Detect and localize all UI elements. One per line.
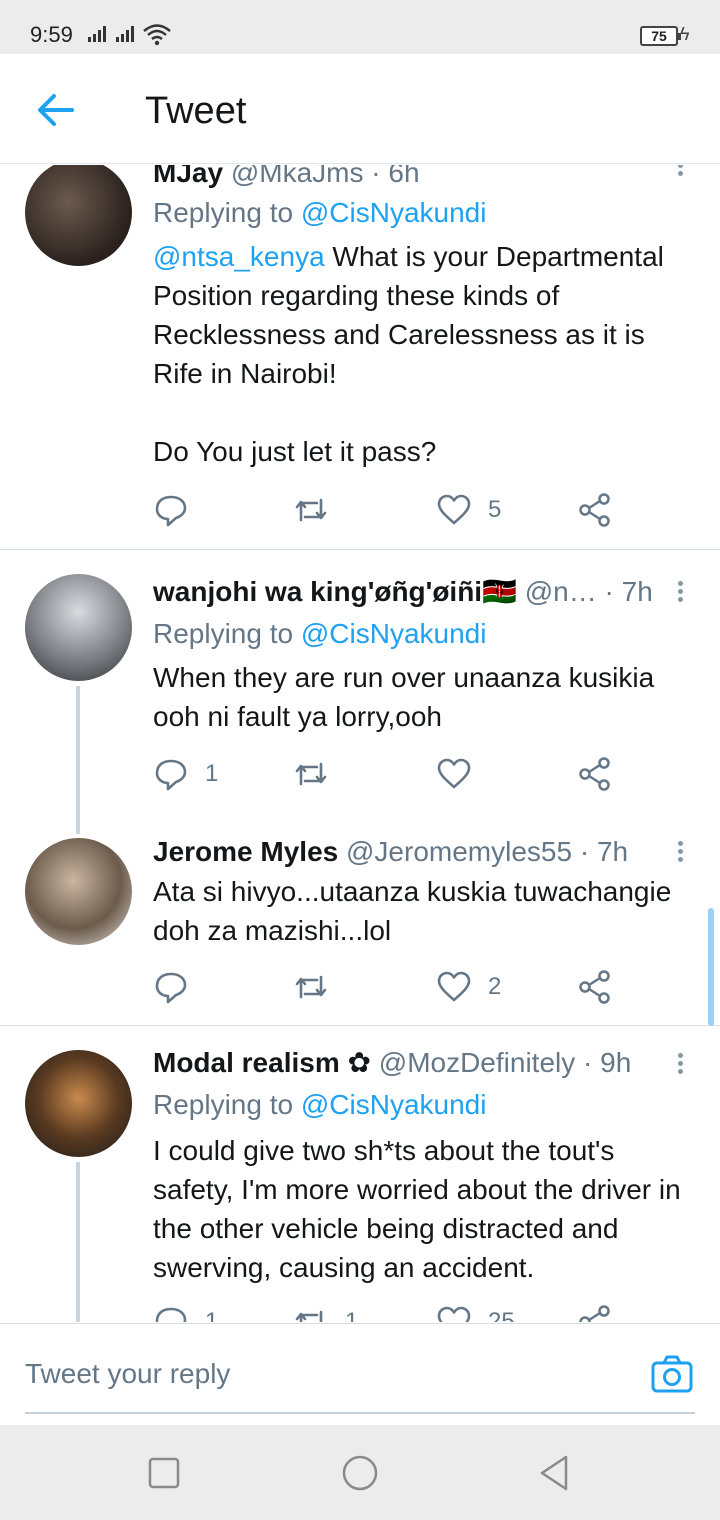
avatar[interactable] <box>25 165 132 266</box>
input-underline <box>25 1412 695 1414</box>
heart-icon <box>437 494 471 525</box>
reply-input[interactable]: Tweet your reply <box>25 1358 230 1390</box>
like-button[interactable]: 25 <box>436 1302 515 1322</box>
more-options-icon[interactable] <box>672 578 688 608</box>
heart-icon <box>437 971 471 1002</box>
charging-icon: ϟ <box>680 24 690 44</box>
avatar[interactable] <box>25 574 132 681</box>
replying-to: Replying to @CisNyakundi <box>153 197 487 228</box>
page-title: Tweet <box>145 90 247 132</box>
tweet-actions: 1 1 25 <box>153 1302 623 1322</box>
share-button[interactable] <box>577 490 613 530</box>
tweet-actions: 2 <box>153 967 623 1007</box>
tweet-header: wanjohi wa king'øñg'øiñi🇰🇪 @n… · 7h <box>153 575 653 608</box>
retweet-icon <box>295 498 327 522</box>
author-handle[interactable]: @MozDefinitely <box>379 1047 575 1078</box>
share-icon <box>579 757 610 791</box>
reply-composer: Tweet your reply <box>0 1323 720 1425</box>
wifi-icon <box>143 24 171 46</box>
retweet-button[interactable] <box>293 490 345 530</box>
signal-icon-2 <box>116 26 134 42</box>
reply-mention-link[interactable]: @CisNyakundi <box>301 197 487 228</box>
more-options-icon[interactable] <box>672 165 688 190</box>
share-button[interactable] <box>577 967 613 1007</box>
retweet-icon <box>295 1310 323 1322</box>
reply-icon <box>155 759 187 791</box>
tweet-time: · 6h <box>371 165 420 188</box>
tweet-header: MJay @MkaJms · 6h <box>153 165 420 189</box>
retweet-icon <box>295 975 327 999</box>
mention-link[interactable]: @ntsa_kenya <box>153 241 325 272</box>
back-icon[interactable] <box>536 1453 576 1493</box>
retweet-button[interactable] <box>293 754 345 794</box>
reply-button[interactable] <box>153 490 205 530</box>
author-handle[interactable]: @Jeromemyles55 <box>346 836 572 867</box>
share-icon <box>579 493 610 527</box>
tweet-header: Modal realism ✿ @MozDefinitely · 9h <box>153 1046 631 1079</box>
more-options-icon[interactable] <box>672 838 688 868</box>
more-options-icon[interactable] <box>672 1050 688 1080</box>
avatar[interactable] <box>25 1050 132 1157</box>
tweet-header: Jerome Myles @Jeromemyles55 · 7h <box>153 836 628 868</box>
tweet-actions: 1 <box>153 754 623 794</box>
thread-line <box>76 1162 80 1322</box>
verified-badge-icon: ✿ <box>347 1047 371 1078</box>
reply-button[interactable] <box>153 967 205 1007</box>
share-button[interactable] <box>577 1302 613 1322</box>
like-button[interactable] <box>436 754 488 794</box>
author-name[interactable]: MJay <box>153 165 223 188</box>
camera-icon[interactable] <box>650 1354 694 1394</box>
author-name[interactable]: Modal realism <box>153 1047 340 1078</box>
share-icon <box>579 1305 610 1322</box>
tweet-time: · 7h <box>579 836 629 867</box>
status-bar: 9:59 75 ϟ <box>0 0 720 54</box>
tweet-text: @ntsa_kenya What is your Departmental Po… <box>153 241 664 467</box>
tweet-text: Ata si hivyo...utaanza kuskia tuwachangi… <box>153 876 680 946</box>
status-time: 9:59 <box>30 22 73 47</box>
share-icon <box>579 970 610 1004</box>
tweet-actions: 5 <box>153 490 623 530</box>
scrollbar[interactable] <box>708 908 714 1026</box>
tweet-time: · 9h <box>583 1047 632 1078</box>
tweet-text: When they are run over unaanza kusikia o… <box>153 662 662 732</box>
recent-apps-icon[interactable] <box>144 1453 184 1493</box>
author-name[interactable]: wanjohi wa king'øñg'øiñi🇰🇪 <box>153 576 517 607</box>
author-handle[interactable]: @n… <box>525 576 597 607</box>
tweet-time: · 7h <box>604 576 653 607</box>
replying-to: Replying to @CisNyakundi <box>153 618 487 649</box>
tweet-feed[interactable]: MJay @MkaJms · 6h Replying to @CisNyakun… <box>0 165 720 1322</box>
like-button[interactable]: 2 <box>436 967 501 1007</box>
share-button[interactable] <box>577 754 613 794</box>
tweet-item[interactable]: Jerome Myles @Jeromemyles55 · 7h Ata si … <box>0 808 720 1026</box>
reply-icon <box>155 972 187 1004</box>
reply-mention-link[interactable]: @CisNyakundi <box>301 1089 487 1120</box>
tweet-item[interactable]: MJay @MkaJms · 6h Replying to @CisNyakun… <box>0 165 720 550</box>
author-handle[interactable]: @MkaJms <box>231 165 364 188</box>
tweet-item[interactable]: wanjohi wa king'øñg'øiñi🇰🇪 @n… · 7h Repl… <box>0 550 720 834</box>
reply-button[interactable]: 1 <box>153 1302 218 1322</box>
signal-icon <box>88 26 106 42</box>
reply-icon <box>155 495 187 527</box>
retweet-icon <box>295 762 327 786</box>
author-name[interactable]: Jerome Myles <box>153 836 338 867</box>
like-button[interactable]: 5 <box>436 490 501 530</box>
battery-icon: 75 <box>640 26 681 46</box>
reply-icon <box>155 1307 187 1322</box>
tweet-text: I could give two sh*ts about the tout's … <box>153 1135 689 1283</box>
header: Tweet <box>0 54 720 164</box>
replying-to: Replying to @CisNyakundi <box>153 1089 487 1120</box>
retweet-button[interactable] <box>293 967 345 1007</box>
reply-button[interactable]: 1 <box>153 754 218 794</box>
back-arrow-icon[interactable] <box>32 88 80 132</box>
system-nav-bar <box>0 1425 720 1520</box>
home-icon[interactable] <box>340 1453 380 1493</box>
avatar[interactable] <box>25 838 132 945</box>
heart-icon <box>437 758 471 789</box>
heart-icon <box>437 1306 471 1322</box>
reply-mention-link[interactable]: @CisNyakundi <box>301 618 487 649</box>
retweet-button[interactable]: 1 <box>293 1302 358 1322</box>
tweet-item[interactable]: Modal realism ✿ @MozDefinitely · 9h Repl… <box>0 1026 720 1322</box>
